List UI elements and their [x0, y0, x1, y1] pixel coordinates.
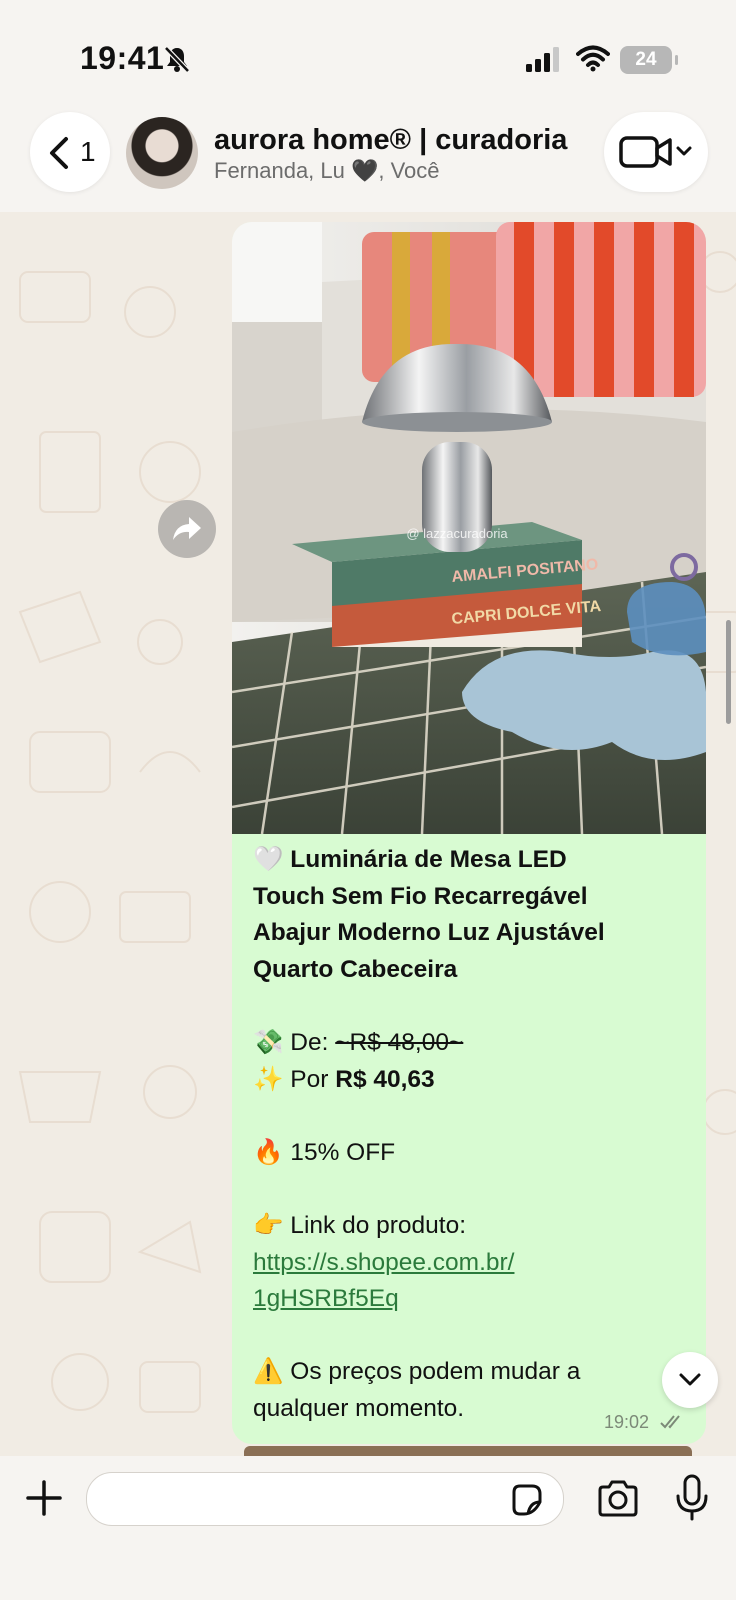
product-title-line: Abajur Moderno Luz Ajustável: [253, 919, 605, 947]
camera-icon[interactable]: [596, 1480, 640, 1518]
message-time: 19:02: [604, 1412, 650, 1432]
price-to-line: ✨ Por R$ 40,63: [253, 1062, 693, 1099]
price-to-prefix: ✨ Por: [253, 1065, 336, 1093]
product-title-line: Quarto Cabeceira: [253, 955, 458, 983]
photo-watermark: @ lazzacuradoria: [406, 526, 508, 541]
price-to: R$ 40,63: [335, 1065, 435, 1093]
group-avatar[interactable]: [126, 117, 198, 189]
signal-icon: [526, 47, 559, 72]
scroll-to-bottom-button[interactable]: [662, 1352, 718, 1408]
warning-line: ⚠️ Os preços podem mudar a: [253, 1358, 581, 1386]
video-camera-icon: [619, 136, 692, 168]
forward-icon: [173, 517, 201, 540]
microphone-icon[interactable]: [674, 1474, 710, 1522]
back-button[interactable]: 1: [30, 112, 110, 192]
product-link-continued[interactable]: 1gHSRBf5Eq: [253, 1285, 399, 1312]
product-title-line: Touch Sem Fio Recarregável: [253, 882, 588, 910]
plus-icon[interactable]: [24, 1478, 64, 1518]
forward-button[interactable]: [158, 500, 216, 558]
chevron-left-icon: [50, 137, 68, 169]
battery-level: 24: [635, 49, 657, 70]
product-title-line: 🤍 Luminária de Mesa LED: [253, 846, 567, 873]
scrollbar[interactable]: [726, 620, 731, 724]
chat-participants[interactable]: Fernanda, Lu 🖤, Você: [214, 158, 440, 184]
chevron-down-icon: [679, 1373, 701, 1386]
price-from-prefix: 💸 De:: [253, 1028, 336, 1056]
battery-indicator: 24: [620, 46, 678, 74]
product-photo[interactable]: CAPRI DOLCE VITA AMALFI POSITANO @ lazza…: [232, 222, 706, 834]
message-input[interactable]: [86, 1472, 564, 1526]
unread-count: 1: [80, 136, 96, 167]
wifi-icon: [576, 45, 610, 72]
price-from-line: 💸 De: ~R$ 48,00~: [253, 1025, 693, 1062]
status-time: 19:41: [80, 40, 165, 76]
price-from: ~R$ 48,00~: [335, 1028, 464, 1056]
video-call-button[interactable]: [604, 112, 708, 192]
link-label: 👉 Link do produto:: [253, 1211, 467, 1239]
discount-line: 🔥 15% OFF: [253, 1138, 396, 1166]
next-message-preview: [244, 1446, 692, 1456]
chat-title[interactable]: aurora home® | curadoria: [214, 124, 567, 157]
double-check-icon: [660, 1415, 680, 1429]
bell-muted-icon: [164, 46, 190, 73]
sticker-icon[interactable]: [508, 1482, 544, 1518]
product-link[interactable]: https://s.shopee.com.br/: [253, 1249, 514, 1276]
lamp-photo-image: CAPRI DOLCE VITA AMALFI POSITANO @ lazza…: [232, 222, 706, 834]
message-text: 🤍 Luminária de Mesa LED Touch Sem Fio Re…: [253, 842, 693, 1428]
